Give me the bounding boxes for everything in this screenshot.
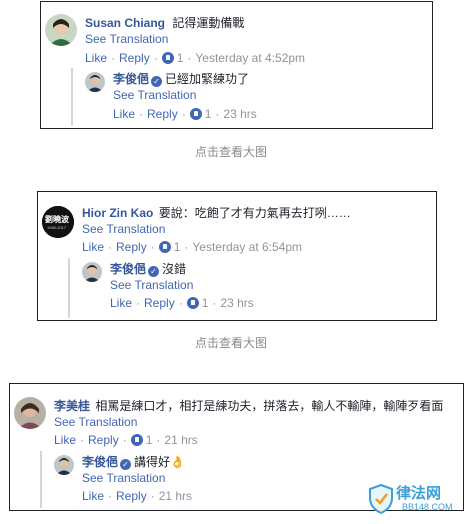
like-button[interactable]: Like xyxy=(82,489,104,503)
avatar-reply-author[interactable] xyxy=(82,262,102,282)
comment-timestamp[interactable]: 21 hrs xyxy=(164,433,197,447)
reply-button[interactable]: Reply xyxy=(119,51,150,65)
comment-timestamp[interactable]: Yesterday at 6:54pm xyxy=(192,240,302,254)
reply-timestamp[interactable]: 23 hrs xyxy=(223,107,256,121)
comment-line: 李美桂 相罵是練口才，相打是練功夫，拼落去，輸人不輸陣，輸陣歹看面 xyxy=(54,399,443,414)
like-count[interactable]: 1 xyxy=(174,240,181,254)
view-larger-caption[interactable]: 点击查看大图 xyxy=(195,143,267,160)
reply-author-name[interactable]: 李俊俋 xyxy=(110,262,146,276)
like-count-icon[interactable] xyxy=(186,297,199,309)
commenter-name[interactable]: Hior Zin Kao xyxy=(82,206,153,220)
reply-button[interactable]: Reply xyxy=(116,489,147,503)
see-translation-link[interactable]: See Translation xyxy=(113,88,196,102)
comment-text: 記得運動備戰 xyxy=(172,16,245,30)
reply-text: 已經加緊練功了 xyxy=(165,72,250,86)
comment-text: 要說：吃飽了才有力氣再去打咧…… xyxy=(158,206,351,220)
like-count[interactable]: 1 xyxy=(146,433,153,447)
see-translation-link[interactable]: See Translation xyxy=(85,32,168,46)
comment-text: 相罵是練口才，相打是練功夫，拼落去，輸人不輸陣，輸陣歹看面 xyxy=(95,399,444,413)
reply-button[interactable]: Reply xyxy=(144,296,175,310)
like-button[interactable]: Like xyxy=(85,51,107,65)
reply-button[interactable]: Reply xyxy=(147,107,178,121)
reply-button[interactable]: Reply xyxy=(88,433,119,447)
comment-timestamp[interactable]: Yesterday at 4:52pm xyxy=(195,51,305,65)
reply-thread-line xyxy=(40,451,42,508)
reply-actions: Like · Reply · 1 · 23 hrs xyxy=(110,296,254,310)
comment-actions: Like · Reply · 1 · 21 hrs xyxy=(54,433,198,447)
avatar-reply-author[interactable] xyxy=(85,72,105,92)
like-count-icon[interactable] xyxy=(161,52,174,64)
watermark-subtext: BB148.COM xyxy=(402,502,453,512)
reply-author-name[interactable]: 李俊俋 xyxy=(82,455,118,469)
reply-thread-line xyxy=(68,258,70,318)
watermark-text: 律法网 xyxy=(396,485,442,502)
avatar-hior-zin-kao[interactable]: 劉曉波 1955-2017 xyxy=(42,206,74,238)
reply-text: 講得好👌 xyxy=(134,455,185,469)
reply-timestamp[interactable]: 23 hrs xyxy=(220,296,253,310)
avatar-li-mei-gui[interactable] xyxy=(14,397,46,429)
reply-author-name[interactable]: 李俊俋 xyxy=(113,72,149,86)
see-translation-link[interactable]: See Translation xyxy=(110,278,193,292)
like-count-icon[interactable] xyxy=(158,241,171,253)
reply-button[interactable]: Reply xyxy=(116,240,147,254)
reply-text: 沒錯 xyxy=(162,262,187,276)
reply-timestamp[interactable]: 21 hrs xyxy=(159,489,192,503)
see-translation-link[interactable]: See Translation xyxy=(82,471,165,485)
see-translation-link[interactable]: See Translation xyxy=(82,222,165,236)
like-count[interactable]: 1 xyxy=(205,107,212,121)
verified-badge-icon: ✓ xyxy=(148,266,160,277)
like-button[interactable]: Like xyxy=(82,240,104,254)
comment-card-2: 劉曉波 1955-2017 Hior Zin Kao 要說：吃飽了才有力氣再去打… xyxy=(37,191,437,321)
site-watermark: 律法网 BB148.COM xyxy=(366,480,466,520)
like-button[interactable]: Like xyxy=(110,296,132,310)
comment-card-1: Susan Chiang 記得運動備戰 See Translation Like… xyxy=(40,1,433,129)
reply-line: 李俊俋 ✓ 沒錯 xyxy=(110,262,186,277)
commenter-name[interactable]: 李美桂 xyxy=(54,399,90,413)
avatar-susan-chiang[interactable] xyxy=(45,14,77,46)
like-count-icon[interactable] xyxy=(189,108,202,120)
commenter-name[interactable]: Susan Chiang xyxy=(85,16,165,30)
see-translation-link[interactable]: See Translation xyxy=(54,415,137,429)
like-count[interactable]: 1 xyxy=(202,296,209,310)
like-count[interactable]: 1 xyxy=(177,51,184,65)
reply-line: 李俊俋 ✓ 講得好👌 xyxy=(82,455,185,470)
avatar-reply-author[interactable] xyxy=(54,455,74,475)
reply-thread-line xyxy=(71,68,73,126)
like-count-icon[interactable] xyxy=(130,434,143,446)
comment-line: Hior Zin Kao 要說：吃飽了才有力氣再去打咧…… xyxy=(82,206,351,221)
comment-actions: Like · Reply · 1 · Yesterday at 4:52pm xyxy=(85,51,306,65)
avatar-label: 劉曉波 xyxy=(45,215,69,224)
avatar-sublabel: 1955-2017 xyxy=(47,225,67,230)
reply-actions: Like · Reply · 1 · 23 hrs xyxy=(113,107,257,121)
comment-line: Susan Chiang 記得運動備戰 xyxy=(85,16,244,31)
like-button[interactable]: Like xyxy=(113,107,135,121)
reply-actions: Like · Reply · 21 hrs xyxy=(82,489,193,503)
shield-logo-icon xyxy=(369,484,393,514)
verified-badge-icon: ✓ xyxy=(151,76,163,87)
reply-line: 李俊俋 ✓ 已經加緊練功了 xyxy=(113,72,249,87)
like-button[interactable]: Like xyxy=(54,433,76,447)
comment-actions: Like · Reply · 1 · Yesterday at 6:54pm xyxy=(82,240,303,254)
verified-badge-icon: ✓ xyxy=(120,459,132,470)
view-larger-caption[interactable]: 点击查看大图 xyxy=(195,334,267,351)
